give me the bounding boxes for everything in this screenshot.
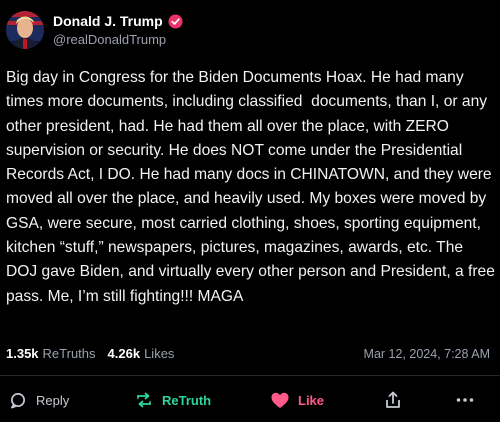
likes-count[interactable]: 4.26k <box>108 346 141 361</box>
post-timestamp[interactable]: Mar 12, 2024, 7:28 AM <box>364 347 490 361</box>
author-handle[interactable]: @realDonaldTrump <box>53 32 183 47</box>
retruth-icon <box>137 392 151 408</box>
action-bar: Reply ReTruth Like <box>0 385 500 415</box>
retruths-count[interactable]: 1.35k <box>6 346 39 361</box>
avatar[interactable] <box>6 11 44 49</box>
retruth-button[interactable]: ReTruth <box>135 385 211 415</box>
likes-label[interactable]: Likes <box>144 346 174 361</box>
name-row: Donald J. Trump <box>53 13 183 29</box>
post-body-text: Big day in Congress for the Biden Docume… <box>6 69 500 305</box>
heart-icon <box>271 392 289 408</box>
truth-post: Donald J. Trump @realDonaldTrump Big day… <box>0 0 500 422</box>
verified-badge-icon <box>168 13 183 29</box>
retruths-label[interactable]: ReTruths <box>43 346 96 361</box>
divider <box>0 375 500 376</box>
post-header: Donald J. Trump @realDonaldTrump <box>6 11 183 49</box>
like-label: Like <box>298 392 325 408</box>
reply-button[interactable]: Reply <box>10 385 69 415</box>
more-options-button[interactable] <box>456 385 474 415</box>
author-names: Donald J. Trump @realDonaldTrump <box>53 13 183 47</box>
avatar-image <box>6 11 44 49</box>
share-button[interactable] <box>385 385 401 415</box>
share-icon <box>386 391 400 408</box>
like-button[interactable]: Like <box>271 385 324 415</box>
retruth-label: ReTruth <box>162 392 212 408</box>
reply-label: Reply <box>36 392 70 408</box>
more-icon <box>456 398 474 402</box>
post-stats: 1.35k ReTruths 4.26k Likes <box>6 346 186 361</box>
reply-icon <box>11 392 26 408</box>
display-name[interactable]: Donald J. Trump <box>53 13 163 29</box>
